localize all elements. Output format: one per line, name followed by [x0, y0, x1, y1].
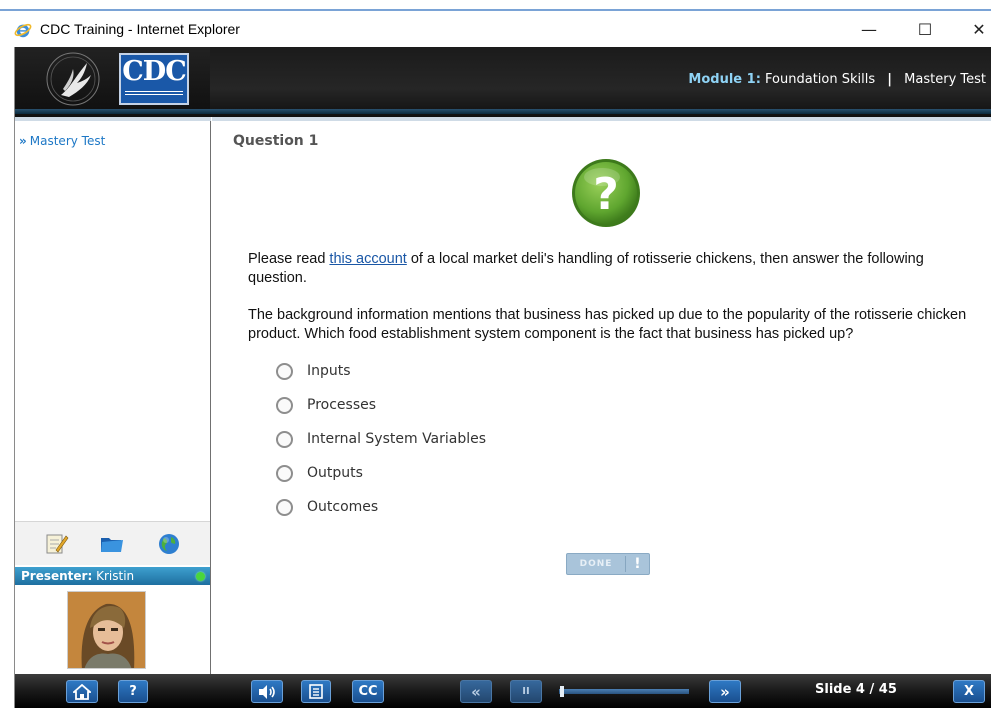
slide-progress-track[interactable] [559, 689, 689, 694]
previous-slide-button[interactable]: « [460, 680, 492, 703]
next-slide-button[interactable]: » [709, 680, 741, 703]
answer-option-outcomes[interactable]: Outcomes [276, 496, 378, 518]
done-label: DONE [579, 559, 613, 569]
presenter-status-indicator [196, 572, 205, 581]
previous-icon: « [471, 682, 481, 701]
question-title: Question 1 [233, 133, 319, 149]
alert-icon: ! [634, 556, 641, 572]
logo-area: CDC [15, 47, 210, 109]
module-number: Module 1: [688, 72, 761, 87]
notes-button[interactable] [301, 680, 331, 703]
next-icon: » [720, 682, 730, 701]
title-bar[interactable]: CDC Training - Internet Explorer — ☐ ✕ [0, 11, 991, 47]
radio-button[interactable] [276, 396, 293, 414]
radio-button[interactable] [276, 498, 293, 516]
presenter-bar: Presenter: Kristin [15, 567, 210, 585]
radio-button[interactable] [276, 464, 293, 482]
course-player: CDC Module 1: Foundation Skills | Master… [14, 47, 991, 708]
option-label: Processes [307, 397, 377, 413]
presenter-name: Kristin [96, 569, 135, 583]
cdc-logo: CDC [119, 53, 189, 105]
volume-button[interactable] [251, 680, 283, 703]
question-instructions: Please read this account of a local mark… [248, 250, 978, 288]
help-button[interactable]: ? [118, 680, 148, 703]
radio-button[interactable] [276, 430, 293, 448]
done-button[interactable]: DONE ! [566, 553, 650, 575]
window-bottom-edge [14, 708, 991, 722]
menu-arrow-icon: » [19, 134, 27, 148]
slide-content: Question 1 ? Please read this account of… [212, 117, 991, 674]
playback-control-bar: ? CC « II » Slide 4 / 45 X [15, 674, 991, 708]
exit-icon: X [963, 684, 975, 699]
window-title: CDC Training - Internet Explorer [40, 21, 240, 37]
pause-button[interactable]: II [510, 680, 542, 703]
question-badge-glyph: ? [593, 169, 619, 220]
answer-option-internal-system-variables[interactable]: Internal System Variables [276, 428, 486, 450]
option-label: Outcomes [307, 499, 379, 515]
minimize-button[interactable]: — [846, 11, 892, 47]
closed-captions-button[interactable]: CC [352, 680, 384, 703]
answer-option-processes[interactable]: Processes [276, 394, 376, 416]
globe-icon[interactable] [156, 531, 182, 557]
sidebar-item-mastery-test[interactable]: » Mastery Test [19, 134, 105, 148]
home-button[interactable] [66, 680, 98, 703]
option-label: Outputs [307, 465, 363, 481]
close-window-button[interactable]: ✕ [956, 11, 991, 47]
option-label: Inputs [307, 363, 351, 379]
maximize-button[interactable]: ☐ [902, 11, 948, 47]
cc-label: CC [358, 684, 378, 699]
pause-icon: II [522, 686, 530, 697]
course-header: CDC Module 1: Foundation Skills | Master… [15, 47, 991, 117]
slide-counter: Slide 4 / 45 [815, 682, 897, 697]
instructions-text-start: Please read [248, 251, 330, 267]
internet-explorer-icon [14, 23, 32, 38]
section-name: Mastery Test [904, 72, 986, 87]
presenter-avatar [67, 591, 146, 669]
maximize-icon: ☐ [917, 19, 933, 39]
breadcrumb-separator: | [887, 72, 893, 87]
content-divider [212, 117, 991, 121]
close-icon: ✕ [972, 19, 986, 39]
sidebar: » Mastery Test Presenter: Kristin [15, 117, 211, 674]
notepad-icon[interactable] [43, 531, 69, 557]
option-label: Internal System Variables [307, 431, 487, 447]
slide-progress-handle[interactable] [560, 686, 564, 697]
browser-window: CDC Training - Internet Explorer — ☐ ✕ C… [0, 0, 991, 722]
folder-icon[interactable] [99, 531, 125, 557]
help-icon: ? [129, 684, 137, 699]
cdc-logo-rule [125, 91, 183, 95]
answer-option-outputs[interactable]: Outputs [276, 462, 363, 484]
cdc-logo-text: CDC [122, 56, 186, 87]
home-icon [73, 683, 91, 700]
module-breadcrumb: Module 1: Foundation Skills | Mastery Te… [688, 72, 986, 87]
account-link[interactable]: this account [329, 251, 406, 267]
question-prompt: The background information mentions that… [248, 307, 967, 342]
exit-course-button[interactable]: X [953, 680, 985, 703]
answer-option-inputs[interactable]: Inputs [276, 360, 351, 382]
tools-bar [15, 521, 210, 565]
minimize-icon: — [861, 19, 877, 39]
module-name: Foundation Skills [765, 72, 876, 87]
presenter-portrait [68, 592, 145, 668]
hhs-eagle-logo [46, 52, 100, 106]
sidebar-item-label: Mastery Test [29, 134, 106, 148]
radio-button[interactable] [276, 362, 293, 380]
header-accent-bar [15, 109, 991, 114]
question-mark-icon: ? [572, 159, 640, 227]
presenter-label: Presenter: [21, 569, 93, 583]
speaker-icon [259, 684, 275, 699]
sidebar-divider [15, 117, 211, 121]
document-icon [309, 684, 323, 699]
